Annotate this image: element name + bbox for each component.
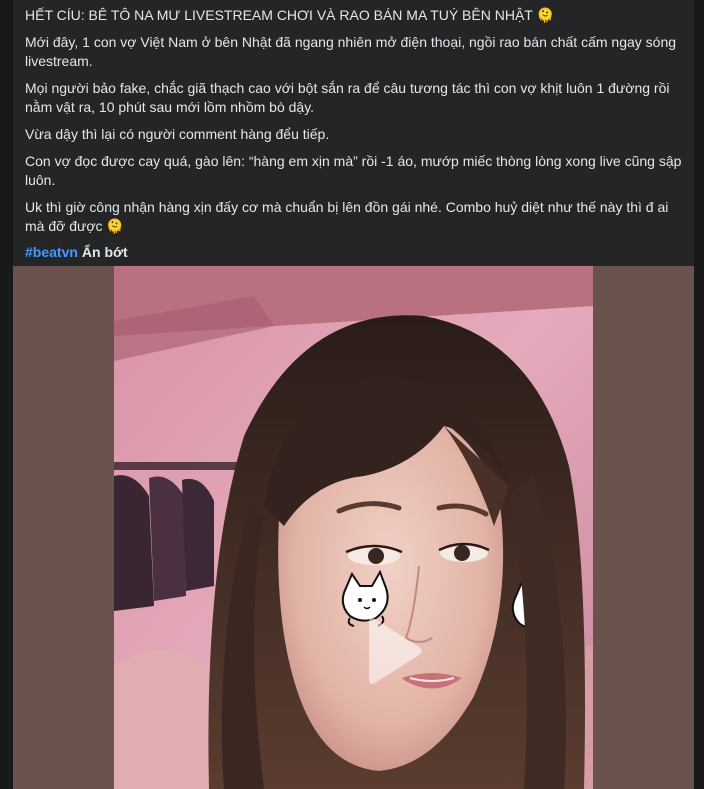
video-player[interactable] xyxy=(114,266,593,789)
see-less-button[interactable]: Ẩn bớt xyxy=(82,244,128,260)
post-tags: #beatvn Ẩn bớt xyxy=(25,243,682,262)
post-paragraph-3: Vừa dậy thì lại có người comment hàng để… xyxy=(25,126,330,142)
post-paragraph-4: Con vợ đọc được cay quá, gào lên: “hàng … xyxy=(25,153,682,188)
hashtag-link[interactable]: #beatvn xyxy=(25,244,78,260)
post-card: HẾT CÍU: BÊ TÔ NA MƯ LIVESTREAM CHƠI VÀ … xyxy=(13,0,694,789)
post-paragraph-5: Uk thì giờ công nhận hàng xịn đấy cơ mà … xyxy=(25,199,669,234)
video-thumbnail xyxy=(114,266,593,789)
video-container xyxy=(13,266,694,789)
post-headline: HẾT CÍU: BÊ TÔ NA MƯ LIVESTREAM CHƠI VÀ … xyxy=(25,7,554,23)
post-paragraph-2: Mọi người bảo fake, chắc giã thạch cao v… xyxy=(25,80,670,115)
play-icon[interactable] xyxy=(361,616,423,686)
post-body: HẾT CÍU: BÊ TÔ NA MƯ LIVESTREAM CHƠI VÀ … xyxy=(13,0,694,266)
post-paragraph-1: Mới đây, 1 con vợ Việt Nam ở bên Nhật đã… xyxy=(25,34,677,69)
